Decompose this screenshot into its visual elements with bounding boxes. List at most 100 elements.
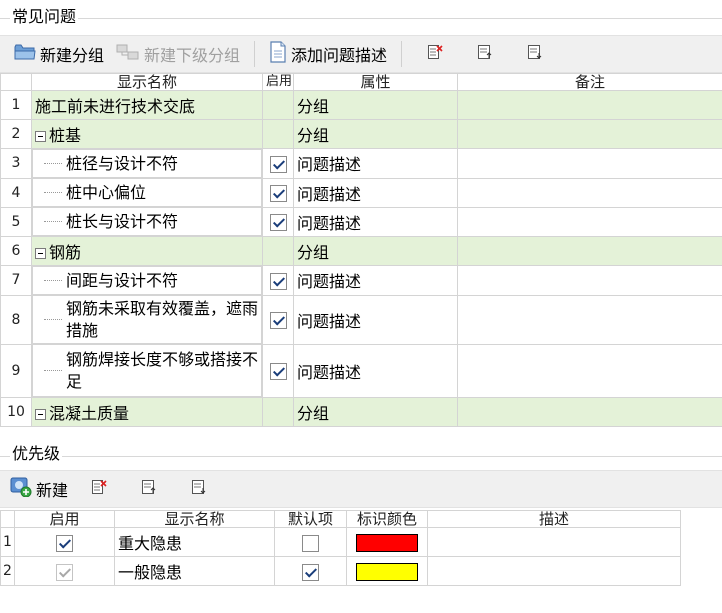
move-down-button[interactable] <box>510 36 560 72</box>
table-row[interactable]: 7 间距与设计不符 问题描述 <box>0 265 722 296</box>
remark-cell[interactable] <box>457 294 722 345</box>
remark-cell[interactable] <box>457 148 722 179</box>
enabled-checkbox[interactable] <box>269 185 287 202</box>
row-number: 2 <box>0 119 32 149</box>
table-row[interactable]: 2 桩基 分组 <box>0 119 722 149</box>
priority-default-cell <box>274 527 347 557</box>
remark-cell[interactable] <box>457 236 722 266</box>
priority-default-checkbox[interactable] <box>302 563 319 581</box>
faq-group-title: 常见问题 <box>10 7 79 27</box>
new-group-button[interactable]: 新建分组 <box>8 36 110 72</box>
add-description-button[interactable]: 添加问题描述 <box>263 36 393 72</box>
table-row[interactable]: 3 桩径与设计不符 问题描述 <box>0 148 722 179</box>
attribute-cell[interactable]: 分组 <box>293 397 458 427</box>
row-number: 8 <box>0 294 32 345</box>
priority-color-cell[interactable] <box>346 527 428 557</box>
remark-cell[interactable] <box>457 177 722 208</box>
row-name: 钢筋 <box>49 243 82 262</box>
enabled-checkbox[interactable] <box>269 155 287 173</box>
remark-cell[interactable] <box>457 206 722 237</box>
collapse-icon[interactable] <box>35 131 46 142</box>
attribute-cell[interactable]: 问题描述 <box>293 343 458 398</box>
attribute-cell[interactable]: 问题描述 <box>293 294 458 345</box>
priority-enabled-checkbox[interactable] <box>56 563 73 581</box>
collapse-icon[interactable] <box>35 248 46 259</box>
remark-column-header[interactable]: 备注 <box>457 73 722 91</box>
enabled-cell <box>262 236 294 266</box>
attribute-cell[interactable]: 分组 <box>293 236 458 266</box>
row-name-cell[interactable]: 钢筋未采取有效覆盖，遮雨措施 <box>32 295 262 344</box>
row-name-cell[interactable]: 钢筋焊接长度不够或搭接不足 <box>32 344 262 397</box>
priority-move-up-button[interactable] <box>124 471 174 507</box>
move-up-button[interactable] <box>460 36 510 72</box>
attribute-cell[interactable]: 问题描述 <box>293 206 458 237</box>
enabled-checkbox[interactable] <box>269 363 287 381</box>
name-column-header[interactable]: 显示名称 <box>31 73 263 91</box>
delete-row-button[interactable] <box>410 36 460 72</box>
row-name-cell[interactable]: 施工前未进行技术交底 <box>31 90 263 120</box>
tree-connector <box>44 319 62 320</box>
attribute-cell[interactable]: 分组 <box>293 90 458 120</box>
priority-color-cell[interactable] <box>346 556 428 586</box>
priority-default-header[interactable]: 默认项 <box>274 510 347 528</box>
row-number: 9 <box>0 343 32 398</box>
priority-name-cell[interactable]: 一般隐患 <box>114 556 275 586</box>
attribute-cell[interactable]: 问题描述 <box>293 265 458 296</box>
table-row[interactable]: 5 桩长与设计不符 问题描述 <box>0 206 722 237</box>
row-number: 6 <box>0 236 32 266</box>
move-up-icon <box>477 44 493 64</box>
remark-cell[interactable] <box>457 90 722 120</box>
row-name-cell[interactable]: 混凝土质量 <box>31 397 263 427</box>
row-name: 混凝土质量 <box>49 404 130 423</box>
enabled-checkbox[interactable] <box>269 312 287 329</box>
priority-delete-button[interactable] <box>74 471 124 507</box>
priority-description-cell[interactable] <box>427 556 681 586</box>
row-name-cell[interactable]: 桩中心偏位 <box>32 178 262 207</box>
remark-cell[interactable] <box>457 119 722 149</box>
priority-enabled-header[interactable]: 启用 <box>14 510 115 528</box>
remark-cell[interactable] <box>457 397 722 427</box>
table-row[interactable]: 2 一般隐患 <box>0 556 681 586</box>
new-priority-button[interactable]: 新建 <box>8 471 74 507</box>
color-swatch[interactable] <box>356 533 418 552</box>
priority-color-header[interactable]: 标识颜色 <box>346 510 428 528</box>
enabled-column-header[interactable]: 启用 <box>262 73 294 91</box>
row-name-cell[interactable]: 间距与设计不符 <box>32 266 262 295</box>
priority-enabled-cell <box>14 527 115 557</box>
row-name-cell[interactable]: 钢筋 <box>31 236 263 266</box>
table-row[interactable]: 4 桩中心偏位 问题描述 <box>0 177 722 208</box>
priority-name-header[interactable]: 显示名称 <box>114 510 275 528</box>
collapse-icon[interactable] <box>35 409 46 420</box>
table-row[interactable]: 10 混凝土质量 分组 <box>0 397 722 427</box>
priority-description-cell[interactable] <box>427 527 681 557</box>
row-name-cell[interactable]: 桩基 <box>31 119 263 149</box>
table-row[interactable]: 1 施工前未进行技术交底 分组 <box>0 90 722 120</box>
priority-enabled-checkbox[interactable] <box>56 534 73 552</box>
priority-default-checkbox[interactable] <box>302 534 319 552</box>
new-subgroup-label: 新建下级分组 <box>144 46 241 65</box>
attribute-cell[interactable]: 问题描述 <box>293 177 458 208</box>
attribute-cell[interactable]: 问题描述 <box>293 148 458 179</box>
attribute-cell[interactable]: 分组 <box>293 119 458 149</box>
table-row[interactable]: 6 钢筋 分组 <box>0 236 722 266</box>
new-subgroup-button[interactable]: 新建下级分组 <box>110 36 246 72</box>
table-row[interactable]: 9 钢筋焊接长度不够或搭接不足 问题描述 <box>0 343 722 398</box>
remark-cell[interactable] <box>457 343 722 398</box>
color-swatch[interactable] <box>356 562 418 581</box>
enabled-cell <box>262 90 294 120</box>
tree-connector <box>44 163 62 164</box>
row-name: 桩长与设计不符 <box>66 211 179 231</box>
row-name-cell[interactable]: 桩长与设计不符 <box>32 207 262 236</box>
priority-description-header[interactable]: 描述 <box>427 510 681 528</box>
folder-icon <box>14 43 36 65</box>
attribute-column-header[interactable]: 属性 <box>293 73 458 91</box>
table-row[interactable]: 8 钢筋未采取有效覆盖，遮雨措施 问题描述 <box>0 294 722 345</box>
enabled-checkbox[interactable] <box>269 272 287 290</box>
table-row[interactable]: 1 重大隐患 <box>0 527 681 557</box>
priority-move-down-button[interactable] <box>174 471 224 507</box>
priority-name-cell[interactable]: 重大隐患 <box>114 527 275 557</box>
remark-cell[interactable] <box>457 265 722 296</box>
enabled-checkbox[interactable] <box>269 214 287 232</box>
row-name-cell[interactable]: 桩径与设计不符 <box>32 149 262 178</box>
new-group-label: 新建分组 <box>40 46 105 65</box>
